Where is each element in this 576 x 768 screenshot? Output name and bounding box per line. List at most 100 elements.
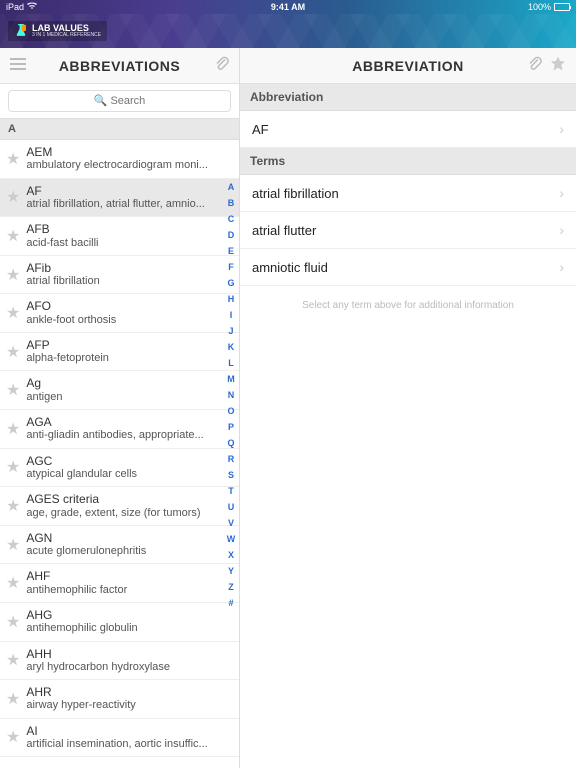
abbreviation-value-row[interactable]: AF › [240,111,576,148]
star-icon[interactable]: ★ [6,612,20,632]
index-letter[interactable]: I [224,310,238,320]
item-term: alpha-fetoprotein [26,352,221,365]
list-item[interactable]: ★AGAanti-gliadin antibodies, appropriate… [0,410,239,449]
brand-subtitle: 3 IN 1 MEDICAL REFERENCE [32,33,101,38]
star-icon[interactable]: ★ [6,226,20,246]
list-item[interactable]: ★AFatrial fibrillation, atrial flutter, … [0,179,239,218]
abbreviation-list[interactable]: A ★ AEMambulatory electrocardiogram moni.… [0,118,239,768]
star-icon[interactable]: ★ [6,149,20,169]
index-letter[interactable]: M [224,374,238,384]
star-icon[interactable]: ★ [6,535,20,555]
index-letter[interactable]: R [224,454,238,464]
item-term: atrial fibrillation [26,275,221,288]
list-item[interactable]: ★ AFPalpha-fetoprotein [0,333,239,372]
star-icon[interactable]: ★ [6,650,20,670]
index-letter[interactable]: W [224,534,238,544]
item-term: age, grade, extent, size (for tumors) [26,507,221,520]
star-icon[interactable]: ★ [6,380,20,400]
star-icon[interactable]: ★ [6,419,20,439]
list-item[interactable]: ★AGNacute glomerulonephritis [0,526,239,565]
index-letter[interactable]: H [224,294,238,304]
battery-percent: 100% [528,2,551,12]
attachment-icon[interactable] [215,56,229,75]
star-icon[interactable]: ★ [6,496,20,516]
search-input[interactable] [8,90,231,112]
index-letter[interactable]: P [224,422,238,432]
list-item[interactable]: ★AFibatrial fibrillation [0,256,239,295]
index-letter[interactable]: F [224,262,238,272]
list-item[interactable]: ★AIartificial insemination, aortic insuf… [0,719,239,758]
chevron-right-icon: › [559,121,564,137]
item-abbr: AHH [26,647,221,661]
index-letter[interactable]: E [224,246,238,256]
menu-icon[interactable] [10,57,26,75]
item-abbr: AFP [26,338,221,352]
list-item[interactable]: ★AFOankle-foot orthosis [0,294,239,333]
detail-pane: ABBREVIATION Abbreviation AF › Terms atr… [240,48,576,768]
list-item[interactable]: ★AHGantihemophilic globulin [0,603,239,642]
star-icon[interactable]: ★ [6,573,20,593]
item-term: acid-fast bacilli [26,237,221,250]
index-letter[interactable]: C [224,214,238,224]
status-bar: iPad 9:41 AM 100% [0,0,576,14]
item-abbr: AHF [26,569,221,583]
star-icon[interactable]: ★ [6,303,20,323]
item-abbr: AFB [26,222,221,236]
index-letter[interactable]: X [224,550,238,560]
index-letter[interactable]: T [224,486,238,496]
chevron-right-icon: › [559,259,564,275]
item-term: ambulatory electrocardiogram moni... [26,159,221,172]
list-item[interactable]: ★Agantigen [0,371,239,410]
list-item[interactable]: ★ AFBacid-fast bacilli [0,217,239,256]
index-letter[interactable]: B [224,198,238,208]
star-icon[interactable]: ★ [6,342,20,362]
list-item[interactable]: ★ AHFantihemophilic factor [0,564,239,603]
index-letter[interactable]: U [224,502,238,512]
term-row[interactable]: atrial flutter› [240,212,576,249]
index-letter[interactable]: V [224,518,238,528]
index-letter[interactable]: Y [224,566,238,576]
item-abbr: AEM [26,145,221,159]
carrier-label: iPad [6,2,24,12]
list-item[interactable]: ★ AGCatypical glandular cells [0,449,239,488]
item-term: antigen [26,391,221,404]
list-item[interactable]: ★ AEMambulatory electrocardiogram moni... [0,140,239,179]
index-letter[interactable]: # [224,598,238,608]
index-letter[interactable]: Q [224,438,238,448]
index-letter[interactable]: A [224,182,238,192]
alpha-index[interactable]: ABCDEFGHIJKLMNOPQRSTUVWXYZ # [224,178,238,768]
wifi-icon [27,2,37,12]
list-item[interactable]: ★AHRairway hyper-reactivity [0,680,239,719]
star-icon[interactable]: ★ [6,727,20,747]
item-term: antihemophilic factor [26,584,221,597]
index-letter[interactable]: L [224,358,238,368]
list-item[interactable]: ★AGES criteriaage, grade, extent, size (… [0,487,239,526]
star-icon[interactable]: ★ [6,689,20,709]
term-row[interactable]: amniotic fluid › [240,249,576,286]
chevron-right-icon: › [559,185,564,201]
star-icon[interactable]: ★ [6,187,20,207]
term-label: amniotic fluid [252,260,328,275]
index-letter[interactable]: S [224,470,238,480]
term-label: atrial fibrillation [252,186,339,201]
index-letter[interactable]: Z [224,582,238,592]
item-term: airway hyper-reactivity [26,699,221,712]
attachment-icon[interactable] [528,56,542,75]
star-icon[interactable]: ★ [6,457,20,477]
index-letter[interactable]: G [224,278,238,288]
index-letter[interactable]: K [224,342,238,352]
favorite-icon[interactable] [550,55,566,76]
index-letter[interactable]: J [224,326,238,336]
term-row[interactable]: atrial fibrillation › [240,175,576,212]
list-item[interactable]: ★AHHaryl hydrocarbon hydroxylase [0,642,239,681]
star-icon[interactable]: ★ [6,265,20,285]
battery-icon [554,3,570,11]
index-letter[interactable]: N [224,390,238,400]
item-abbr: AGC [26,454,221,468]
left-pane-title: ABBREVIATIONS [59,58,180,74]
status-time: 9:41 AM [194,2,382,12]
abbreviation-section-header: Abbreviation [240,84,576,111]
index-letter[interactable]: O [224,406,238,416]
item-term: atypical glandular cells [26,468,221,481]
index-letter[interactable]: D [224,230,238,240]
